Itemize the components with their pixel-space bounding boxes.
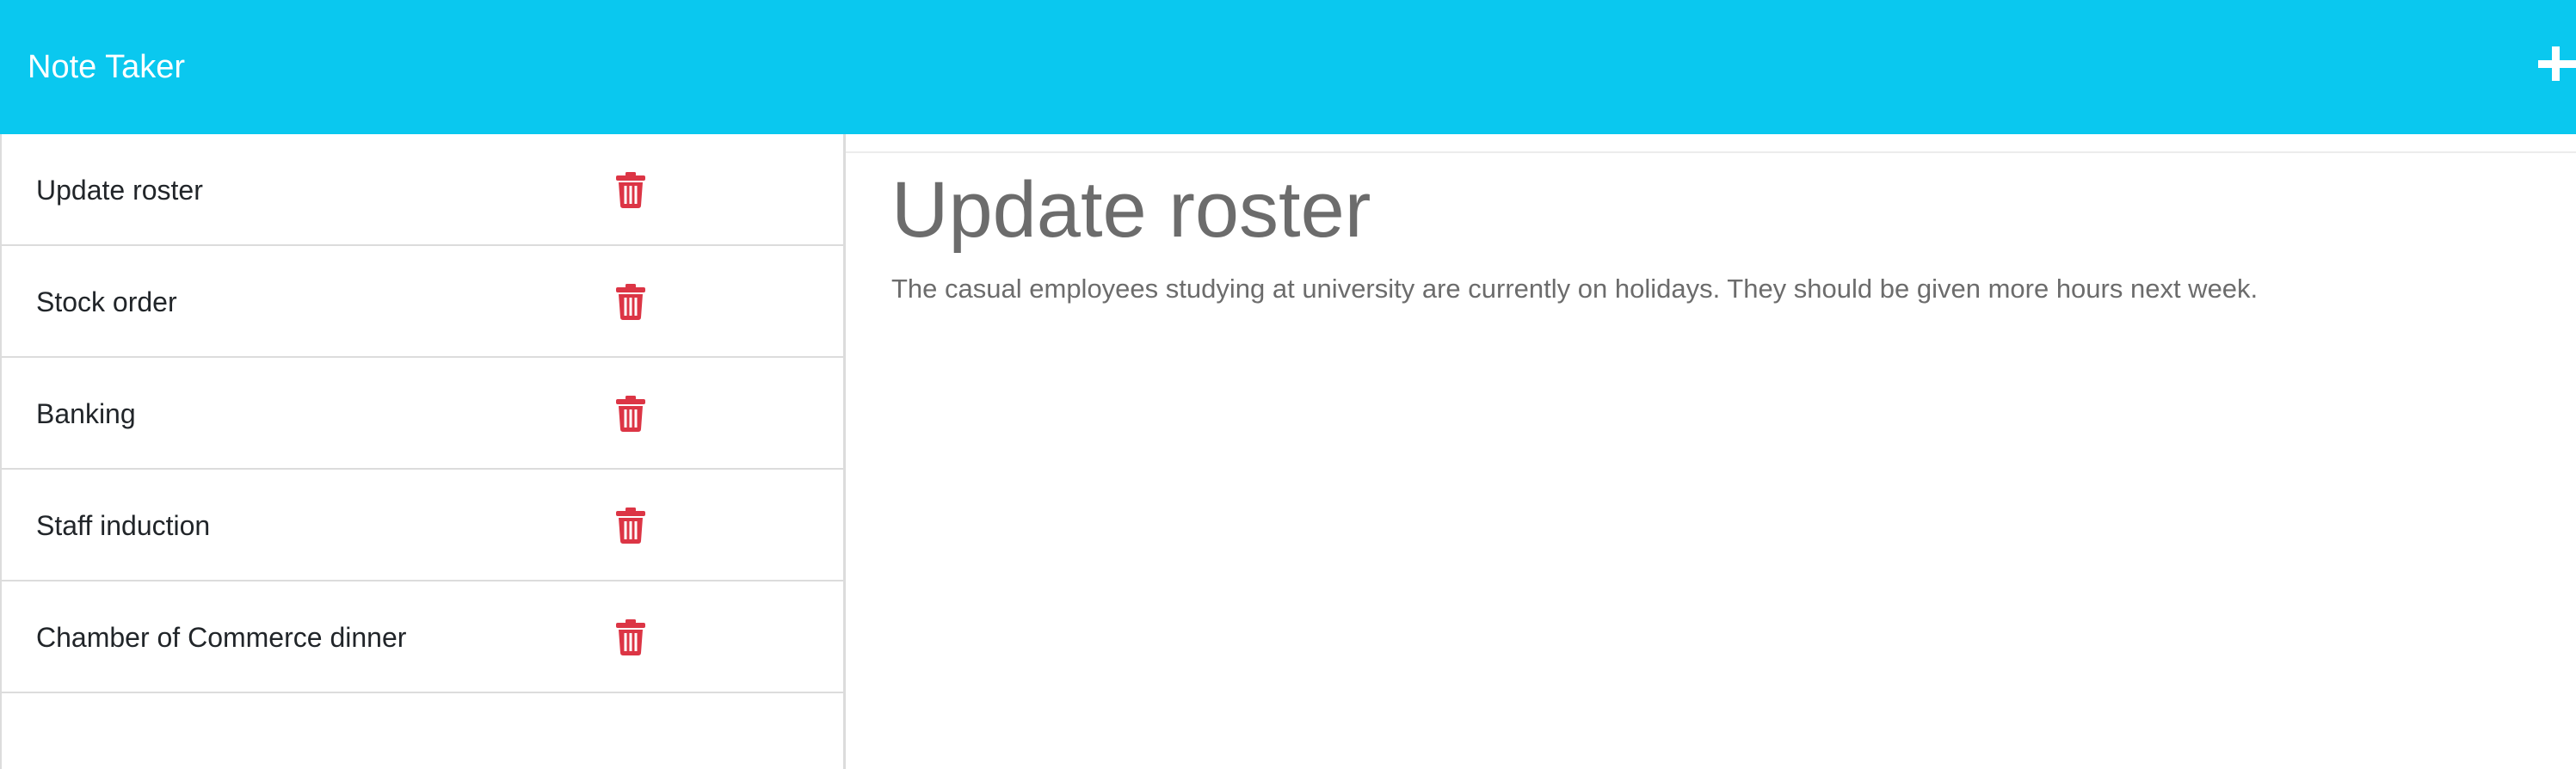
notes-sidebar: Update roster Stock order Banking Staff … (0, 134, 846, 769)
note-view: Update roster The casual employees study… (846, 134, 2576, 769)
note-list-item-title: Banking (36, 398, 136, 429)
note-list-item[interactable]: Chamber of Commerce dinner (2, 581, 845, 693)
note-list-item-title: Stock order (36, 286, 177, 317)
note-list-item[interactable]: Staff induction (2, 470, 845, 581)
note-list-item-title: Update roster (36, 175, 203, 206)
new-note-button[interactable] (2535, 43, 2576, 84)
note-list-item[interactable]: Stock order (2, 246, 845, 358)
delete-note-button[interactable] (616, 284, 645, 320)
plus-icon (2538, 46, 2576, 81)
app-brand[interactable]: Note Taker (28, 0, 185, 134)
delete-note-button[interactable] (616, 619, 645, 655)
note-list-item-title: Chamber of Commerce dinner (36, 622, 407, 653)
note-list-item-title: Staff induction (36, 510, 211, 541)
trash-icon (616, 396, 645, 432)
trash-icon (616, 508, 645, 544)
delete-note-button[interactable] (616, 396, 645, 432)
delete-note-button[interactable] (616, 172, 645, 208)
trash-icon (616, 619, 645, 655)
trash-icon (616, 284, 645, 320)
note-title[interactable]: Update roster (891, 158, 1371, 261)
note-list-item[interactable]: Banking (2, 358, 845, 470)
note-text[interactable]: The casual employees studying at univers… (891, 272, 2258, 306)
divider (846, 151, 2576, 153)
note-list-item[interactable]: Update roster (2, 134, 845, 246)
navbar: Note Taker (0, 0, 2576, 134)
trash-icon (616, 172, 645, 208)
delete-note-button[interactable] (616, 508, 645, 544)
